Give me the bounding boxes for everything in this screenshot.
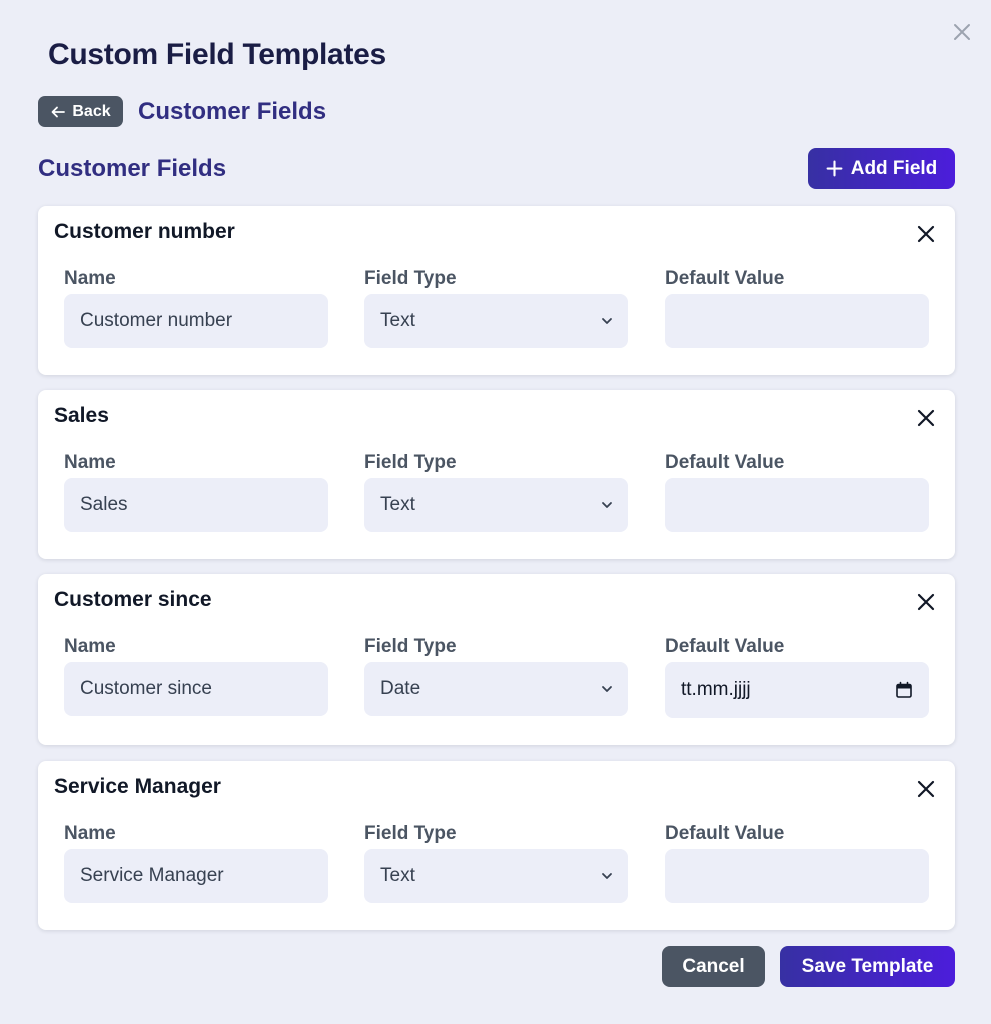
name-label: Name xyxy=(64,636,116,657)
field-card-title: Sales xyxy=(54,404,109,427)
breadcrumb-title: Customer Fields xyxy=(138,97,327,125)
chevron-down-icon xyxy=(602,873,612,879)
close-modal-button[interactable] xyxy=(950,20,974,44)
field-card: Service Manager Name Field Type Default … xyxy=(38,761,955,930)
default-value-label: Default Value xyxy=(665,823,785,844)
field-card: Sales Name Field Type Default Value Sale… xyxy=(38,390,955,559)
close-icon xyxy=(917,593,935,611)
remove-field-button[interactable] xyxy=(915,223,937,245)
field-card-title: Service Manager xyxy=(54,775,221,798)
name-label: Name xyxy=(64,823,116,844)
remove-field-button[interactable] xyxy=(915,591,937,613)
save-template-button[interactable]: Save Template xyxy=(780,946,955,987)
cancel-button[interactable]: Cancel xyxy=(662,946,765,987)
field-type-select[interactable]: Text xyxy=(364,849,628,903)
field-type-value: Text xyxy=(380,494,415,515)
field-type-select[interactable]: Date xyxy=(364,662,628,716)
close-icon xyxy=(954,24,970,40)
field-type-label: Field Type xyxy=(364,636,457,657)
field-type-value: Date xyxy=(380,678,421,699)
remove-field-button[interactable] xyxy=(915,407,937,429)
field-card-title: Customer number xyxy=(54,220,235,243)
default-value-label: Default Value xyxy=(665,452,785,473)
field-type-value: Text xyxy=(380,310,415,331)
field-type-value: Text xyxy=(380,865,415,886)
date-placeholder: tt.mm.jjjj xyxy=(681,679,751,700)
chevron-down-icon xyxy=(602,318,612,324)
add-field-label: Add Field xyxy=(850,157,938,179)
name-input[interactable]: Customer since xyxy=(64,662,328,716)
name-input[interactable]: Sales xyxy=(64,478,328,532)
name-label: Name xyxy=(64,268,116,289)
back-button[interactable]: Back xyxy=(38,96,123,127)
field-type-select[interactable]: Text xyxy=(364,478,628,532)
field-type-label: Field Type xyxy=(364,452,457,473)
back-button-label: Back xyxy=(72,102,111,120)
default-value-input[interactable] xyxy=(665,294,929,348)
arrow-left-icon xyxy=(51,106,66,117)
default-value-label: Default Value xyxy=(665,636,785,657)
add-field-button[interactable]: Add Field xyxy=(808,148,955,189)
default-value-input[interactable] xyxy=(665,478,929,532)
default-value-label: Default Value xyxy=(665,268,785,289)
field-type-label: Field Type xyxy=(364,823,457,844)
section-title: Customer Fields xyxy=(38,155,227,182)
field-card: Customer since Name Field Type Default V… xyxy=(38,574,955,745)
field-type-select[interactable]: Text xyxy=(364,294,628,348)
close-icon xyxy=(917,225,935,243)
chevron-down-icon xyxy=(602,686,612,692)
remove-field-button[interactable] xyxy=(915,778,937,800)
field-type-label: Field Type xyxy=(364,268,457,289)
name-label: Name xyxy=(64,452,116,473)
field-card-title: Customer since xyxy=(54,588,212,611)
name-input[interactable]: Service Manager xyxy=(64,849,328,903)
name-input[interactable]: Customer number xyxy=(64,294,328,348)
default-value-input[interactable] xyxy=(665,849,929,903)
close-icon xyxy=(917,780,935,798)
chevron-down-icon xyxy=(602,502,612,508)
field-card: Customer number Name Field Type Default … xyxy=(38,206,955,375)
close-icon xyxy=(917,409,935,427)
modal-title: Custom Field Templates xyxy=(48,38,386,71)
default-value-date-input[interactable]: tt.mm.jjjj xyxy=(665,662,929,718)
calendar-icon xyxy=(896,681,912,698)
plus-icon xyxy=(826,160,843,177)
